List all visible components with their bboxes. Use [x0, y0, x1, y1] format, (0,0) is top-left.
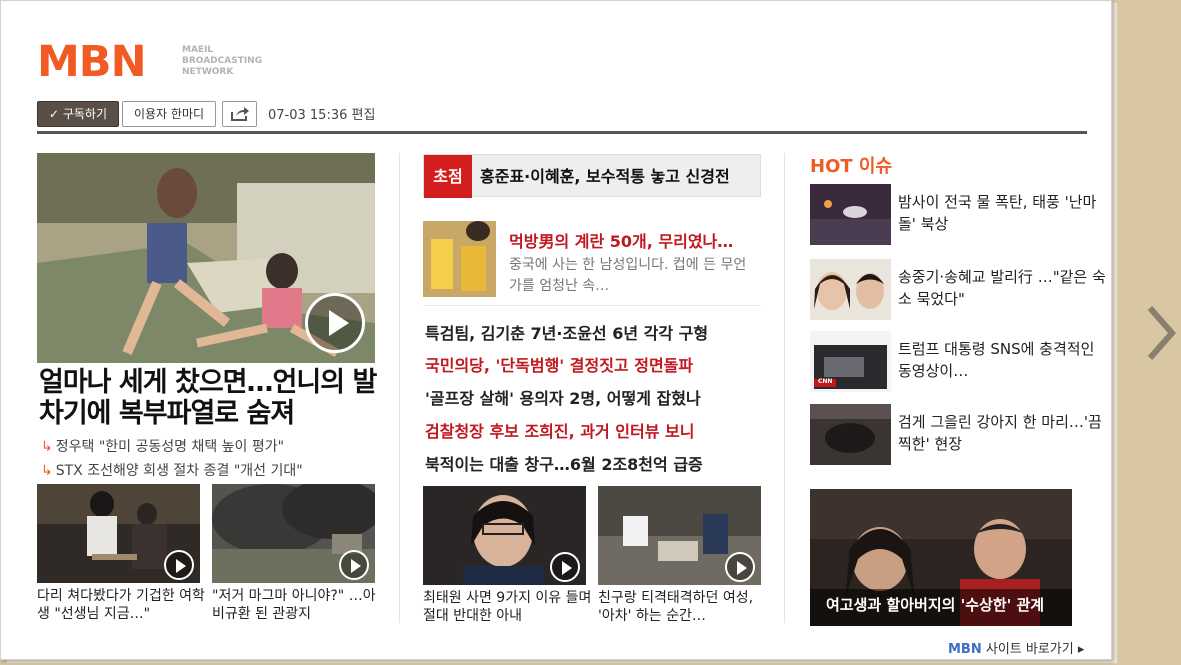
- video-thumbnail[interactable]: [423, 486, 586, 585]
- lead-video-thumbnail[interactable]: [37, 153, 375, 363]
- hot-feature-caption: 여고생과 할아버지의 '수상한' 관계: [826, 596, 1045, 614]
- logo-sub-line: BROADCASTING: [182, 56, 263, 66]
- column-divider: [399, 153, 400, 623]
- video-thumbnail[interactable]: [212, 484, 375, 583]
- site-link-text: 사이트 바로가기 ▸: [981, 642, 1085, 657]
- share-button[interactable]: [222, 101, 257, 127]
- play-icon[interactable]: [305, 293, 365, 353]
- news-headline[interactable]: 북적이는 대출 창구…6월 2조8천억 급증: [425, 451, 703, 475]
- hot-caption[interactable]: 밤사이 전국 물 폭탄, 태풍 '난마돌' 북상: [898, 191, 1111, 235]
- edit-timestamp: 07-03 15:36 편집: [268, 108, 376, 123]
- video-caption[interactable]: 최태원 사면 9가지 이유 들며 절대 반대한 아내: [423, 589, 593, 625]
- subscribe-button[interactable]: ✓ 구독하기: [37, 101, 119, 127]
- news-headline[interactable]: 국민의당, '단독범행' 결정짓고 정면돌파: [425, 352, 693, 376]
- feature-title[interactable]: 먹방男의 계란 50개, 무리였나…: [509, 228, 733, 252]
- logo-subtitle: MAEIL BROADCASTING NETWORK: [182, 45, 272, 78]
- thumbnail-image: [810, 259, 891, 320]
- news-headline[interactable]: 특검팀, 김기춘 7년·조윤선 6년 각각 구형: [425, 320, 708, 344]
- focus-banner[interactable]: 초점 홍준표·이혜훈, 보수적통 놓고 신경전: [423, 154, 761, 198]
- video-thumbnail[interactable]: [37, 484, 200, 583]
- video-caption[interactable]: 친구랑 티격태격하던 여성, '아차' 하는 순간…: [598, 589, 768, 625]
- news-panel: MBN MAEIL BROADCASTING NETWORK ✓ 구독하기 이용…: [0, 0, 1112, 660]
- thumbnail-image: [810, 404, 891, 465]
- video-thumbnail[interactable]: [598, 486, 761, 585]
- lead-headline[interactable]: 얼마나 세게 찼으면…언니의 발차기에 복부파열로 숨져: [39, 367, 379, 429]
- hot-thumbnail[interactable]: [810, 404, 891, 465]
- hot-caption[interactable]: 트럼프 대통령 SNS에 충격적인 동영상이…: [898, 338, 1111, 382]
- share-icon: [230, 107, 249, 121]
- hot-thumbnail[interactable]: CNN: [810, 331, 891, 392]
- news-headline[interactable]: 검찰청장 후보 조희진, 과거 인터뷰 보니: [425, 418, 694, 442]
- related-link[interactable]: ↳ STX 조선해양 회생 절차 종결 "개선 기대": [41, 460, 303, 480]
- mbn-brand-text: MBN: [948, 642, 982, 657]
- mbn-site-link[interactable]: MBN 사이트 바로가기 ▸: [948, 638, 1084, 657]
- play-icon[interactable]: [550, 552, 580, 582]
- play-icon[interactable]: [164, 550, 194, 580]
- header-divider: [37, 131, 1087, 134]
- feature-thumbnail[interactable]: [423, 221, 496, 297]
- hot-thumbnail[interactable]: [810, 184, 891, 245]
- news-headline[interactable]: '골프장 살해' 용의자 2명, 어떻게 잡혔나: [425, 385, 701, 409]
- thumbnail-image: [810, 184, 891, 245]
- video-caption[interactable]: 다리 쳐다봤다가 기겁한 여학생 "선생님 지금…": [37, 587, 207, 623]
- hot-thumbnail[interactable]: [810, 259, 891, 320]
- arrow-icon: ↳: [41, 463, 53, 479]
- user-comment-button[interactable]: 이용자 한마디: [122, 101, 216, 127]
- video-caption[interactable]: "저거 마그마 아니야?" …아비규환 된 관광지: [212, 587, 382, 623]
- logo-sub-line: NETWORK: [182, 67, 234, 77]
- hot-caption[interactable]: 검게 그을린 강아지 한 마리…'끔찍한' 현장: [898, 411, 1111, 455]
- focus-tag: 초점: [424, 155, 472, 198]
- hot-caption[interactable]: 송중기·송혜교 발리行 …"같은 숙소 묵었다": [898, 266, 1111, 310]
- logo-sub-line: MAEIL: [182, 45, 214, 55]
- hot-feature-thumbnail[interactable]: 여고생과 할아버지의 '수상한' 관계: [810, 489, 1072, 626]
- related-link[interactable]: ↳ 정우택 "한미 공동성명 채택 높이 평가": [41, 436, 284, 456]
- cnn-label: CNN: [818, 378, 833, 385]
- column-divider: [784, 153, 785, 623]
- hot-issue-title: HOT 이슈: [810, 156, 893, 177]
- chevron-right-icon[interactable]: [1146, 305, 1176, 365]
- play-icon[interactable]: [725, 552, 755, 582]
- play-icon[interactable]: [339, 550, 369, 580]
- section-divider: [423, 305, 761, 306]
- mbn-logo[interactable]: MBN: [37, 41, 177, 84]
- feature-description: 중국에 사는 한 남성입니다. 컵에 든 무언가를 엄청난 속…: [509, 257, 747, 294]
- thumbnail-image: [423, 221, 496, 297]
- related-link-text: 정우택 "한미 공동성명 채택 높이 평가": [55, 439, 285, 455]
- arrow-icon: ↳: [41, 439, 53, 455]
- focus-title: 홍준표·이혜훈, 보수적통 놓고 신경전: [480, 167, 730, 186]
- related-link-text: STX 조선해양 회생 절차 종결 "개선 기대": [55, 463, 303, 479]
